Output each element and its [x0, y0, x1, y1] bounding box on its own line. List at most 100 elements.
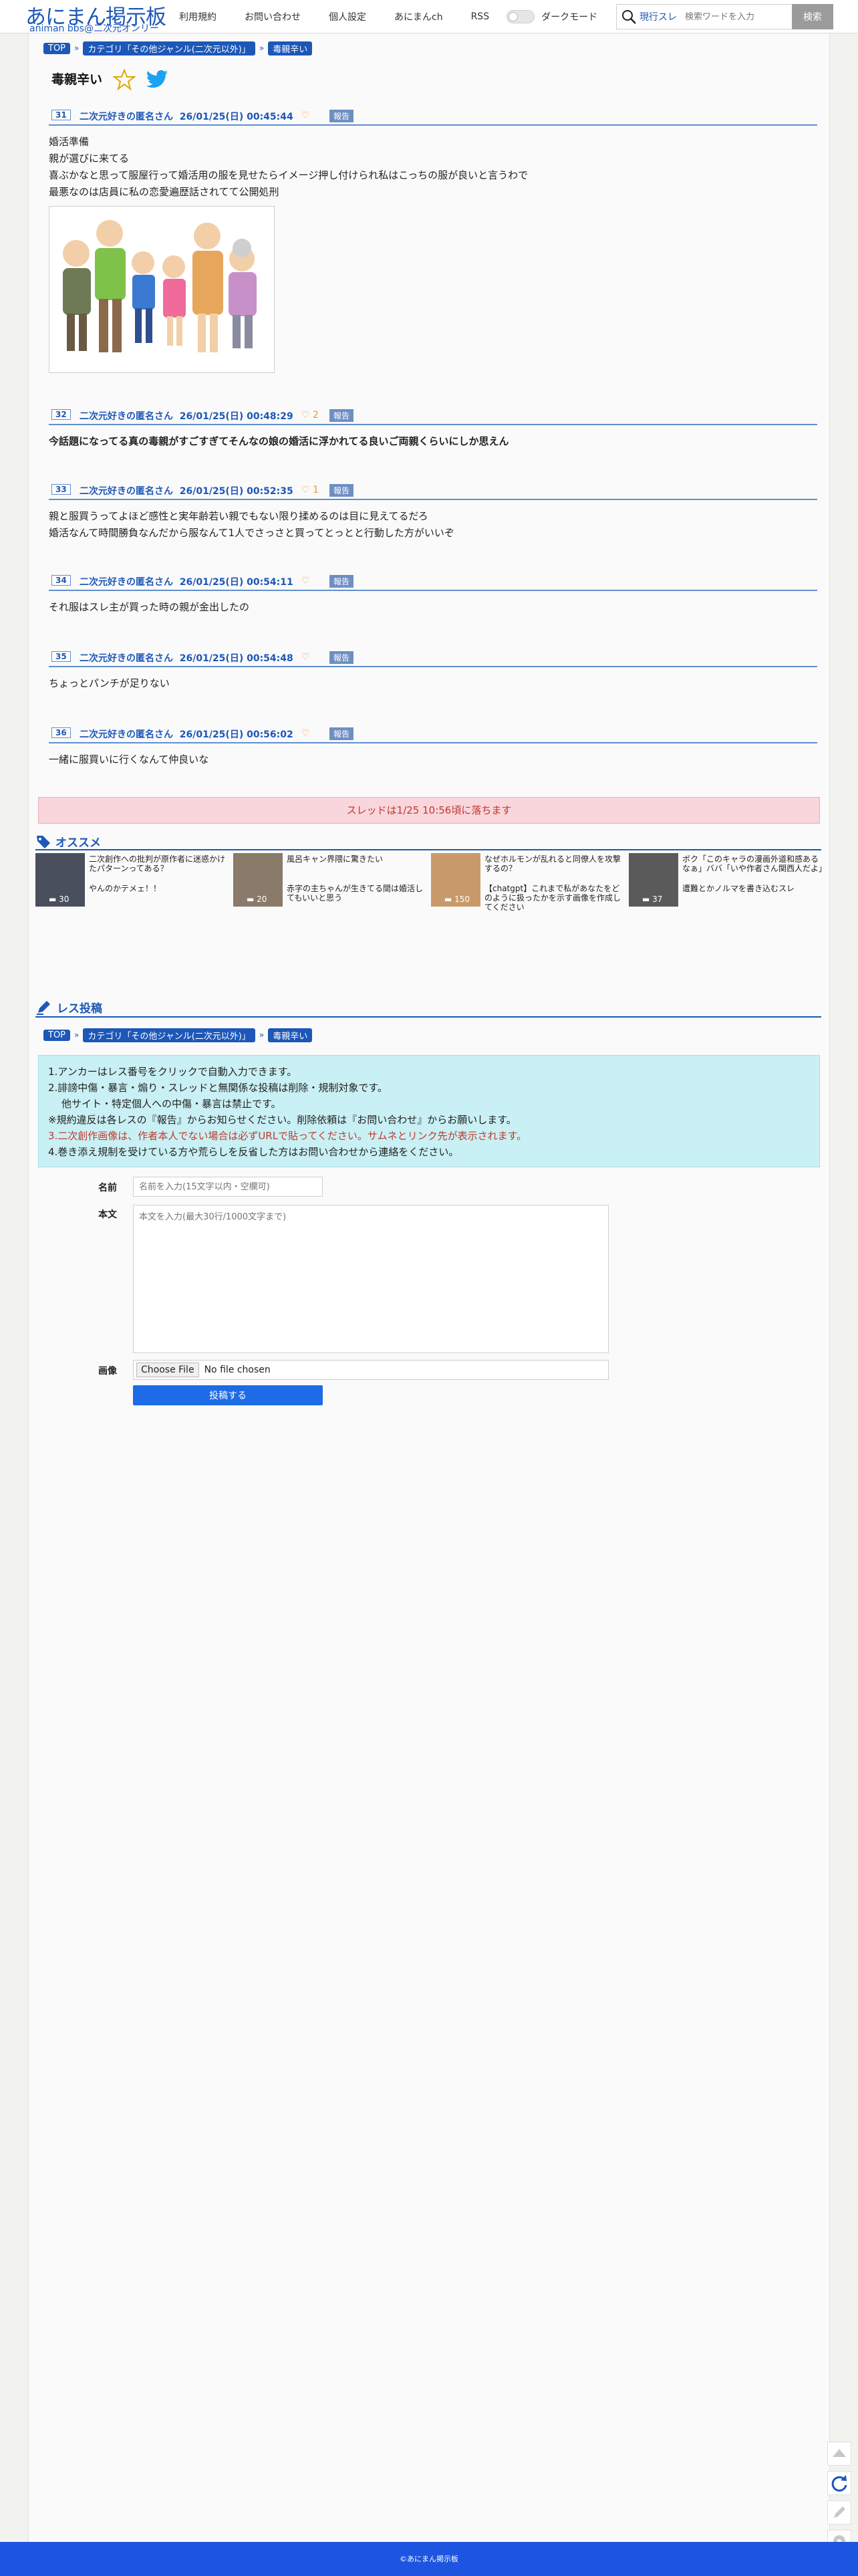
author-name: 二次元好きの匿名さん	[80, 486, 173, 497]
post-line: 親と服買うってよほど感性と実年齢若い親でもない限り揉めるのは目に見えてるだろ	[49, 510, 428, 522]
post-number[interactable]: 32	[51, 409, 71, 420]
post-date: 26/01/25(日) 00:54:11	[179, 577, 293, 588]
breadcrumb-thread[interactable]: 毒親辛い	[268, 1028, 313, 1042]
body-label: 本文	[98, 1209, 117, 1220]
breadcrumb-top[interactable]: TOP	[43, 1029, 71, 1041]
post-number[interactable]: 31	[51, 110, 71, 120]
post-author: 二次元好きの匿名さん 26/01/25(日) 00:48:29	[80, 409, 293, 423]
post-body: 今話題になってる真の毒親がすごすぎてそんなの娘の婚活に浮かれてる良いご両親くらい…	[49, 433, 509, 450]
post-line: 親が選びに来てる	[49, 152, 130, 164]
post-body: 婚活準備 親が選びに来てる 喜ぶかなと思って服屋行って婚活用の服を見せたらイメー…	[49, 134, 528, 201]
breadcrumb-category[interactable]: カテゴリ「その他ジャンル(二次元以外)」	[83, 1028, 255, 1042]
gear-icon	[833, 2535, 845, 2547]
report-button[interactable]: 報告	[329, 651, 354, 664]
post-line: 喜ぶかなと思って服屋行って婚活用の服を見せたらイメージ押し付けられ私はこっちの服…	[49, 169, 529, 181]
nav-contact[interactable]: お問い合わせ	[245, 10, 301, 23]
post-date: 26/01/25(日) 00:54:48	[179, 653, 293, 664]
post-line: 一緒に服買いに行くなんて仲良いな	[49, 753, 209, 766]
like-button[interactable]: ♡ 2	[301, 410, 319, 421]
post-header: 34 二次元好きの匿名さん 26/01/25(日) 00:54:11 ♡ 報告	[49, 574, 817, 591]
recommend-item[interactable]: ▬ 30 二次創作への批判が原作者に迷惑かけたパターンってある？ やんのかテメェ…	[35, 853, 229, 907]
report-button[interactable]: 報告	[329, 110, 354, 122]
recommend-text: 風呂キャン界隈に驚きたい	[287, 854, 384, 864]
heart-icon: ♡	[301, 485, 310, 495]
post-line: それ服はスレ主が買った時の親が金出したの	[49, 601, 250, 613]
reply-heading: レス投稿	[35, 999, 102, 1016]
nav-animanch[interactable]: あにまんch	[394, 10, 443, 23]
scroll-top-button[interactable]	[827, 2442, 851, 2466]
star-icon[interactable]	[113, 68, 136, 91]
dark-mode-toggle[interactable]	[507, 10, 535, 23]
tag-icon	[37, 835, 50, 848]
post-image[interactable]	[49, 206, 275, 373]
recommend-item[interactable]: ▬ 150 なぜホルモンが乱れると同僚人を攻撃するの？ 【chatgpt】これま…	[431, 853, 625, 912]
like-button[interactable]: ♡	[301, 576, 310, 586]
post-author: 二次元好きの匿名さん 26/01/25(日) 00:54:11	[80, 575, 293, 588]
nav-settings[interactable]: 個人設定	[329, 10, 366, 23]
search-icon	[622, 10, 636, 24]
report-button[interactable]: 報告	[329, 727, 354, 740]
file-status: No file chosen	[204, 1365, 271, 1375]
like-button[interactable]: ♡	[301, 652, 310, 663]
twitter-icon[interactable]	[146, 70, 169, 90]
post-header: 35 二次元好きの匿名さん 26/01/25(日) 00:54:48 ♡ 報告	[49, 650, 817, 667]
breadcrumb-separator: »	[259, 43, 265, 53]
author-name: 二次元好きの匿名さん	[80, 411, 173, 422]
post-number[interactable]: 35	[51, 651, 71, 662]
site-logo[interactable]: あにまん掲示板 animan bbs@二次元オンリー	[25, 0, 166, 34]
submit-button[interactable]: 投稿する	[133, 1385, 323, 1405]
post-number[interactable]: 33	[51, 484, 71, 495]
post-date: 26/01/25(日) 00:56:02	[179, 729, 293, 740]
report-button[interactable]: 報告	[329, 484, 354, 497]
recommend-item[interactable]: ▬ 37 ボク「このキャラの漫画外道和感あるなぁ」ババ「いや作者さん関西人だよ」…	[629, 853, 827, 907]
breadcrumb-category[interactable]: カテゴリ「その他ジャンル(二次元以外)」	[83, 41, 255, 55]
comment-count: ▬ 30	[49, 895, 69, 904]
search-input[interactable]	[685, 11, 778, 22]
count-value: 150	[454, 895, 470, 904]
heart-icon: ♡	[301, 410, 310, 421]
refresh-button[interactable]	[827, 2471, 851, 2495]
breadcrumb-top[interactable]: TOP	[43, 42, 71, 54]
author-name: 二次元好きの匿名さん	[80, 112, 173, 122]
author-name: 二次元好きの匿名さん	[80, 653, 173, 664]
name-field[interactable]	[133, 1177, 323, 1197]
refresh-icon	[831, 2475, 847, 2492]
count-value: 30	[59, 895, 69, 904]
thread-title: 毒親辛い	[51, 72, 103, 87]
nav-terms[interactable]: 利用規約	[179, 10, 217, 23]
logo-subtitle: animan bbs@二次元オンリー	[29, 23, 159, 34]
rule-line: 2.誹謗中傷・暴言・煽り・スレッドと無関係な投稿は削除・規制対象です。	[48, 1082, 388, 1094]
settings-button[interactable]	[827, 2530, 851, 2547]
nav-rss[interactable]: RSS	[471, 11, 490, 22]
rule-line: 1.アンカーはレス番号をクリックで自動入力できます。	[48, 1066, 297, 1078]
thread-expiry-notice: スレッドは1/25 10:56頃に落ちます	[38, 797, 820, 824]
post-body: 親と服買うってよほど感性と実年齢若い親でもない限り揉めるのは目に見えてるだろ 婚…	[49, 508, 454, 542]
family-illustration	[49, 207, 274, 372]
recommend-item[interactable]: ▬ 20 風呂キャン界隈に驚きたい 赤字の主ちゃんが生きてる間は婚活してもいいと…	[233, 853, 427, 907]
post-author: 二次元好きの匿名さん 26/01/25(日) 00:54:48	[80, 651, 293, 665]
compose-button[interactable]	[827, 2500, 851, 2525]
breadcrumb-thread[interactable]: 毒親辛い	[268, 41, 313, 55]
choose-file-button[interactable]: Choose File	[136, 1363, 199, 1377]
post-line: 婚活準備	[49, 136, 90, 148]
recommend-subtext: 遭難とかノルマを書き込むスレ	[682, 884, 795, 893]
post-line: 婚活なんて時間勝負なんだから服なんて1人でさっさと買ってとっとと行動した方がいい…	[49, 527, 454, 539]
search-button[interactable]: 検索	[792, 4, 833, 29]
recommend-subtext: 赤字の主ちゃんが生きてる間は婚活してもいいと思う	[287, 884, 424, 903]
like-button[interactable]: ♡ 1	[301, 485, 319, 495]
comment-count: ▬ 20	[247, 895, 267, 904]
body-field[interactable]	[133, 1205, 609, 1353]
post-number[interactable]: 34	[51, 575, 71, 586]
report-button[interactable]: 報告	[329, 575, 354, 588]
like-button[interactable]: ♡	[301, 728, 310, 739]
rule-line: ※規約違反は各レスの『報告』からお知らせください。削除依頼は『お問い合わせ』から…	[48, 1114, 517, 1126]
site-header: あにまん掲示板 animan bbs@二次元オンリー 利用規約 お問い合わせ 個…	[0, 0, 858, 34]
post-number[interactable]: 36	[51, 727, 71, 738]
report-button[interactable]: 報告	[329, 409, 354, 422]
search-scope-select[interactable]: 現行スレ	[639, 10, 677, 23]
image-file-input[interactable]: Choose File No file chosen	[133, 1360, 609, 1380]
post-header: 32 二次元好きの匿名さん 26/01/25(日) 00:48:29 ♡ 2 報…	[49, 408, 817, 425]
top-nav: 利用規約 お問い合わせ 個人設定 あにまんch RSS ダークモード	[168, 0, 597, 33]
post-author: 二次元好きの匿名さん 26/01/25(日) 00:52:35	[80, 484, 293, 497]
like-button[interactable]: ♡	[301, 110, 310, 121]
